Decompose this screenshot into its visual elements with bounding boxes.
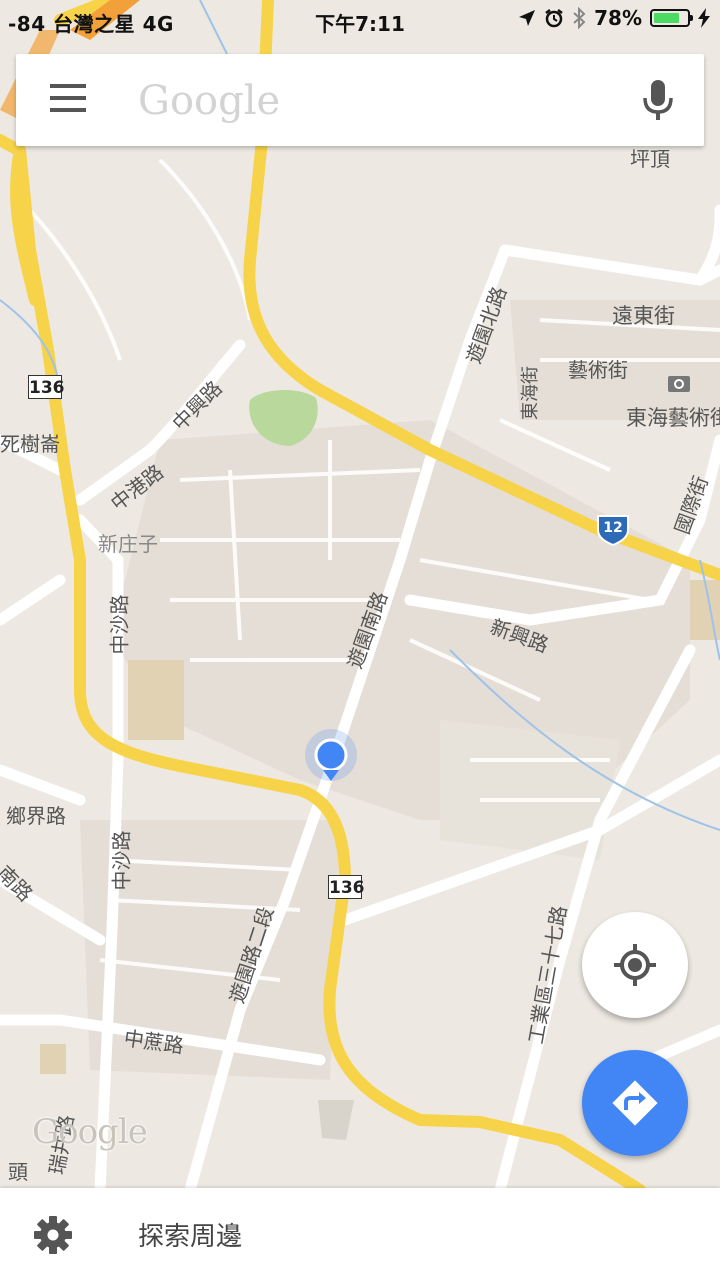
label-yuandong: 遠東街: [612, 304, 675, 328]
label-donghai-art: 東海藝術街: [626, 406, 720, 430]
gear-icon[interactable]: [32, 1214, 74, 1256]
search-input[interactable]: [136, 72, 580, 130]
route-shield-12: 12: [603, 520, 623, 536]
directions-button[interactable]: [582, 1050, 688, 1156]
label-zhongsha-2: 中沙路: [109, 830, 134, 891]
battery-fill: [654, 13, 679, 23]
hamburger-menu-icon[interactable]: [50, 84, 88, 116]
label-pingding: 坪頂: [630, 147, 670, 171]
label-tou: 頭: [8, 1160, 28, 1184]
route-shield-136-south: 136: [328, 875, 365, 899]
route-shield-136-north: 136: [28, 375, 65, 399]
microphone-icon[interactable]: [640, 78, 676, 124]
directions-icon: [612, 1080, 658, 1126]
explore-nearby-button[interactable]: 探索周邊: [138, 1216, 242, 1253]
my-location-icon: [614, 944, 656, 986]
battery-icon: [650, 9, 693, 27]
my-location-button[interactable]: [582, 912, 688, 1018]
label-zhongsha-1: 中沙路: [107, 594, 132, 655]
status-bar: -84 台灣之星 4G 下午7:11 78%: [0, 0, 720, 40]
battery-percent: 78%: [594, 6, 642, 30]
bottom-bar: 探索周邊: [0, 1188, 720, 1280]
search-bar: [16, 54, 704, 146]
bluetooth-icon: [573, 7, 586, 29]
location-arrow-icon: [519, 10, 536, 26]
label-xinzhuangzi: 新庄子: [98, 532, 158, 556]
label-donghai: 東海街: [520, 366, 541, 420]
alarm-icon: [545, 9, 563, 28]
label-yishu: 藝術街: [568, 358, 628, 382]
charging-bolt-icon: [698, 8, 710, 28]
status-icons: 78%: [518, 6, 710, 30]
label-sishu: 死樹崙: [0, 432, 60, 456]
google-watermark: Google: [32, 1112, 148, 1152]
label-xiangjie: 鄉界路: [6, 804, 66, 828]
